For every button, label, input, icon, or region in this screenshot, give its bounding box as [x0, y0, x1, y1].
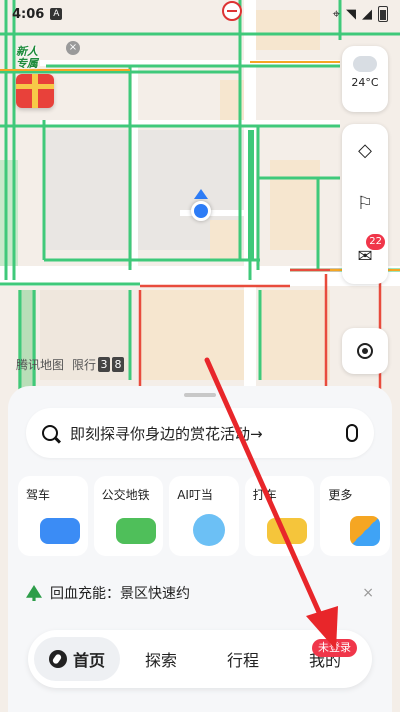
microphone-icon[interactable] — [346, 424, 358, 442]
login-status-badge: 未登录 — [312, 639, 357, 657]
shortcut-label: 驾车 — [26, 488, 51, 502]
bus-icon — [115, 518, 156, 544]
promo-text: 回血充能：景区快速约 — [50, 586, 190, 602]
compass-icon — [48, 650, 67, 668]
location-status-icon: ⌖ — [332, 6, 340, 22]
taxi-icon — [266, 518, 307, 544]
tab-home-label: 首页 — [72, 651, 105, 670]
locate-button[interactable] — [342, 328, 388, 374]
weather-temp: 24°C — [351, 76, 379, 89]
promo-close-button[interactable]: × — [362, 585, 374, 601]
layers-icon: ◇ — [358, 140, 372, 161]
map-controls: ◇ ⚐ ✉ 22 — [342, 124, 388, 284]
map-watermark: 腾讯地图 限行 3 8 — [16, 356, 125, 373]
locate-icon — [357, 343, 373, 359]
promo-banner[interactable]: 回血充能：景区快速约 × — [26, 574, 374, 612]
limit-number-1: 3 — [98, 357, 111, 372]
tab-trip[interactable]: 行程 — [202, 647, 284, 671]
feedback-button[interactable]: ⚐ — [342, 177, 388, 230]
newcomer-label-line2: 专属 — [16, 57, 38, 70]
shortcut-drive[interactable]: 驾车 — [18, 476, 88, 556]
tree-icon — [26, 585, 42, 601]
no-disturb-icon — [222, 1, 242, 21]
newcomer-gift-widget[interactable]: 新人 专属 — [10, 44, 70, 114]
weather-widget[interactable]: 24°C — [342, 46, 388, 112]
message-button[interactable]: ✉ 22 — [342, 230, 388, 283]
signal-icon: ◢ — [362, 6, 372, 22]
user-location-marker — [191, 201, 211, 221]
map-provider-label: 腾讯地图 — [16, 358, 65, 372]
notification-a-icon: A — [50, 8, 63, 20]
car-icon — [40, 518, 80, 544]
gift-icon — [16, 74, 54, 108]
heading-arrow-icon — [194, 189, 208, 199]
status-bar: 4:06 A ⌖ ◥ ◢ — [0, 0, 400, 28]
search-placeholder: 即刻探寻你身边的赏花活动→ — [70, 424, 263, 443]
status-icons: ⌖ ◥ ◢ — [333, 6, 388, 22]
search-bar[interactable]: 即刻探寻你身边的赏花活动→ — [26, 408, 374, 458]
limit-number-2: 8 — [112, 357, 125, 372]
shortcut-label: 更多 — [328, 488, 353, 502]
tab-home[interactable]: 首页 — [34, 637, 120, 681]
status-time: 4:06 — [12, 6, 45, 22]
shortcut-transit[interactable]: 公交地铁 — [93, 476, 164, 556]
wifi-icon: ◥ — [346, 6, 356, 22]
newcomer-close-button[interactable]: × — [66, 41, 80, 55]
shortcut-label: AI叮当 — [177, 488, 213, 502]
traffic-limit-label: 限行 — [72, 358, 97, 372]
shortcut-more[interactable]: 更多 — [320, 476, 390, 556]
more-apps-icon — [350, 516, 381, 546]
feedback-icon: ⚐ — [356, 193, 374, 214]
tab-explore[interactable]: 探索 — [120, 647, 202, 671]
shortcut-label: 打车 — [252, 488, 277, 502]
shortcut-label: 公交地铁 — [101, 488, 150, 502]
shortcut-taxi[interactable]: 打车 — [244, 476, 315, 556]
shortcut-ai-dingdang[interactable]: AI叮当 — [169, 476, 239, 556]
bottom-sheet: 即刻探寻你身边的赏花活动→ 驾车 公交地铁 AI叮当 打车 更多 回血充能：景区… — [8, 386, 392, 712]
battery-icon — [378, 6, 388, 22]
search-icon — [42, 425, 58, 441]
shortcut-row: 驾车 公交地铁 AI叮当 打车 更多 — [18, 476, 390, 556]
ai-robot-icon — [193, 514, 226, 546]
sheet-handle[interactable] — [184, 393, 216, 397]
cloud-icon — [353, 56, 377, 72]
message-badge: 22 — [366, 234, 385, 250]
layers-button[interactable]: ◇ — [342, 124, 388, 177]
